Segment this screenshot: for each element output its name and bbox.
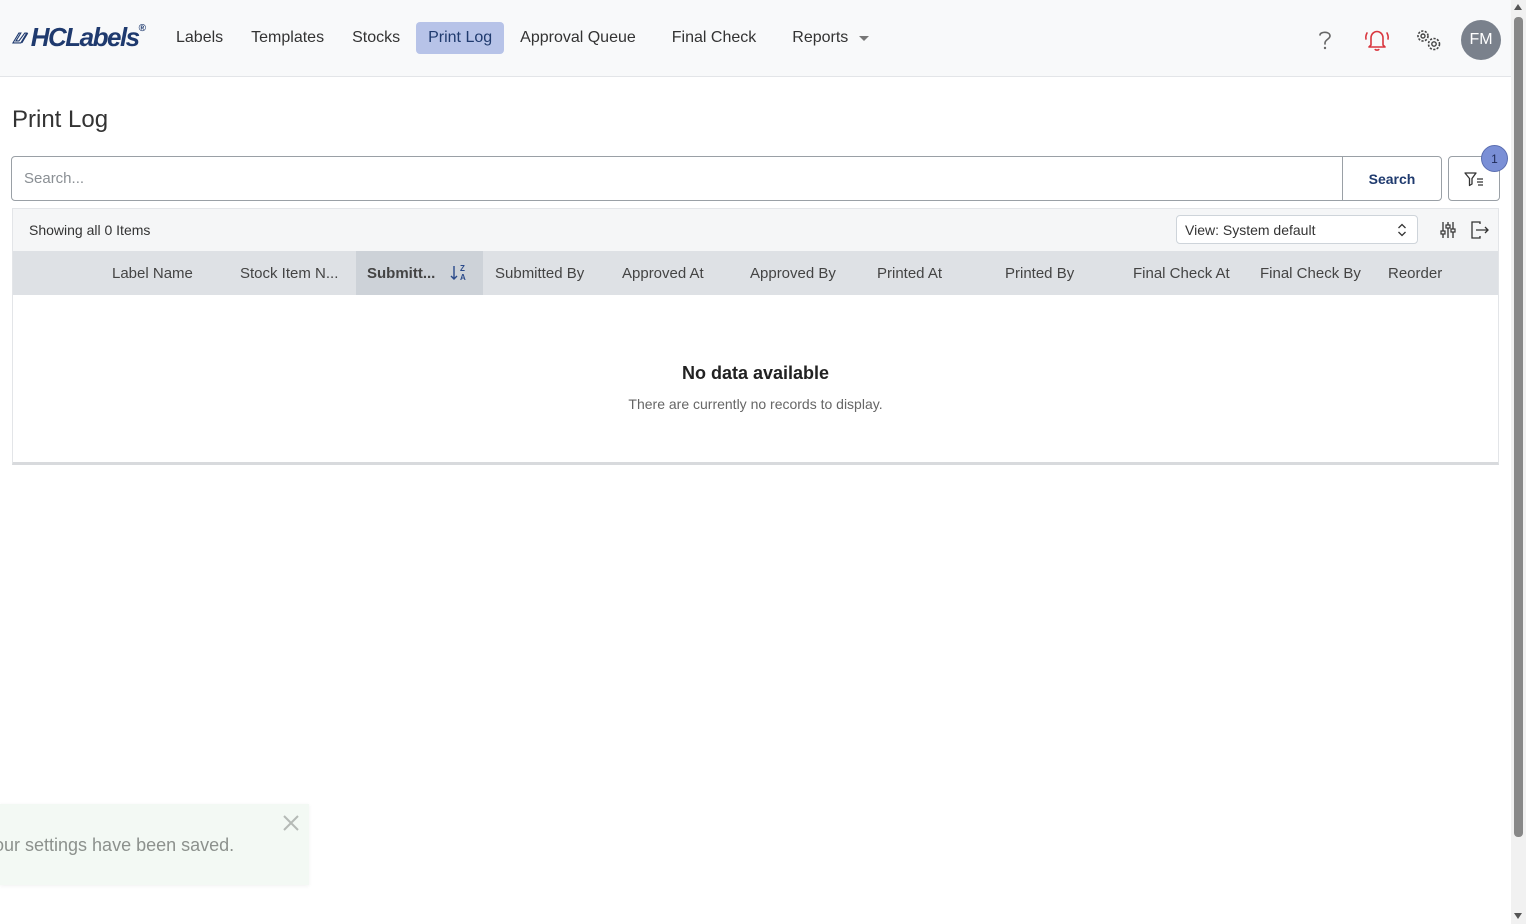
nav-item-labels[interactable]: Labels — [164, 22, 235, 54]
page-scrollbar[interactable] — [1511, 0, 1526, 924]
logo-text: HCLabels — [30, 22, 140, 52]
toast-message: our settings have been saved. — [0, 835, 235, 855]
column-header-submitted-by[interactable]: Submitted By — [495, 251, 584, 295]
print-log-grid: Showing all 0 Items View: System default… — [12, 208, 1499, 465]
column-label: Reorder — [1388, 264, 1443, 282]
top-navbar: HCLabels ® Labels Templates Stocks Print… — [0, 0, 1511, 77]
sort-desc-icon: Z A — [450, 264, 466, 282]
grid-toolbar: Showing all 0 Items View: System default — [13, 209, 1498, 251]
column-header-final-check-by[interactable]: Final Check By — [1260, 251, 1361, 295]
scroll-up-arrow-icon[interactable] — [1514, 4, 1522, 10]
column-label: Final Check By — [1260, 264, 1361, 282]
items-count: Showing all 0 Items — [29, 222, 151, 238]
logo-registered-mark: ® — [138, 22, 146, 34]
column-label: Submitted By — [495, 264, 585, 282]
search-input[interactable] — [12, 157, 1342, 200]
top-right-actions: FM — [1291, 20, 1501, 60]
nav-item-stocks[interactable]: Stocks — [340, 22, 412, 54]
column-label: Final Check At — [1133, 264, 1230, 282]
column-label: Approved By — [750, 264, 836, 282]
nav-item-templates[interactable]: Templates — [239, 22, 336, 54]
nav-item-approval-queue[interactable]: Approval Queue — [508, 22, 648, 54]
page-title: Print Log — [12, 106, 109, 133]
view-select-label: View: System default — [1185, 221, 1316, 238]
bell-icon[interactable] — [1359, 22, 1395, 58]
column-header-submitted-at[interactable]: Submitt... Z A — [356, 251, 483, 295]
svg-text:A: A — [460, 273, 466, 282]
main-nav: Labels Templates Stocks Print Log Approv… — [164, 22, 885, 54]
column-header-reorder[interactable]: Reorder — [1388, 251, 1442, 295]
filter-count-badge: 1 — [1481, 145, 1508, 172]
column-label: Approved At — [622, 264, 704, 282]
nav-item-print-log[interactable]: Print Log — [416, 22, 505, 54]
nav-item-reports-label: Reports — [792, 29, 849, 46]
scrollbar-thumb[interactable] — [1514, 17, 1523, 837]
caret-down-icon — [859, 35, 870, 41]
column-label: Printed At — [877, 264, 943, 282]
search-button[interactable]: Search — [1342, 157, 1441, 200]
app-logo[interactable]: HCLabels ® — [12, 22, 146, 52]
export-icon[interactable] — [1470, 220, 1490, 240]
column-label: Printed By — [1005, 264, 1075, 282]
empty-state-title: No data available — [681, 363, 830, 383]
view-select[interactable]: View: System default — [1176, 215, 1418, 244]
grid-header: Label Name Stock Item N... Submitt... Z … — [13, 251, 1498, 295]
column-header-stock-item-name[interactable]: Stock Item N... — [240, 251, 338, 295]
close-icon[interactable] — [280, 812, 302, 834]
column-header-approved-by[interactable]: Approved By — [750, 251, 836, 295]
updown-chevron-icon — [1398, 223, 1406, 237]
nav-item-reports[interactable]: Reports — [780, 22, 881, 54]
search-bar: Search — [11, 156, 1442, 201]
empty-state-subtitle: There are currently no records to displa… — [628, 396, 883, 412]
column-header-approved-at[interactable]: Approved At — [622, 251, 704, 295]
user-avatar[interactable]: FM — [1461, 20, 1501, 60]
svg-text:Z: Z — [460, 264, 465, 273]
column-header-label-name[interactable]: Label Name — [112, 251, 193, 295]
logo-mark-icon — [12, 32, 29, 44]
column-label: Label Name — [112, 264, 193, 282]
scroll-down-arrow-icon[interactable] — [1514, 913, 1522, 919]
column-header-final-check-at[interactable]: Final Check At — [1133, 251, 1230, 295]
column-header-printed-at[interactable]: Printed At — [877, 251, 942, 295]
filter-icon — [1464, 171, 1483, 186]
column-label: Stock Item N... — [240, 264, 339, 282]
settings-icon[interactable] — [1411, 22, 1447, 58]
empty-state: No data available There are currently no… — [13, 295, 1498, 465]
toast-notification: our settings have been saved. — [0, 804, 309, 885]
column-label: Submitt... — [367, 264, 436, 282]
column-header-printed-by[interactable]: Printed By — [1005, 251, 1074, 295]
column-settings-icon[interactable] — [1438, 220, 1458, 240]
help-icon[interactable] — [1307, 22, 1343, 58]
nav-item-final-check[interactable]: Final Check — [660, 22, 768, 54]
